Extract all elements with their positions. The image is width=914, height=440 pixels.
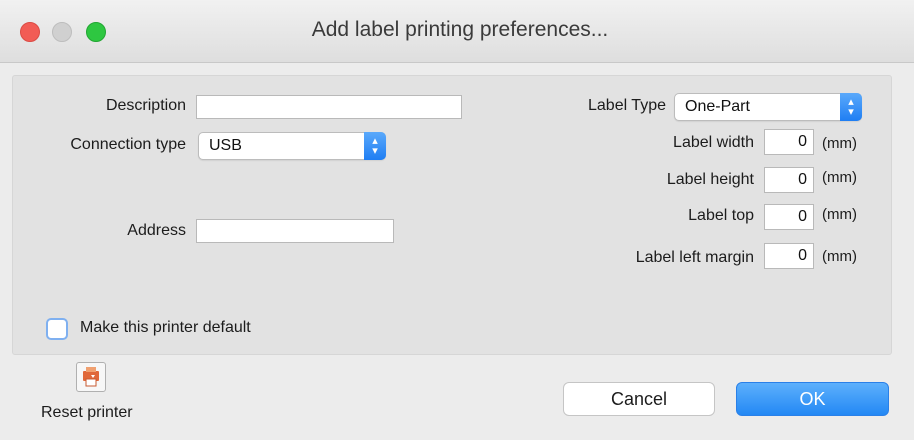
label-left-margin-label: Label left margin [635,249,754,266]
label-type-label: Label Type [588,97,666,114]
connection-type-value: USB [209,137,242,154]
label-top-input[interactable]: 0 [764,204,814,230]
description-label: Description [105,97,186,114]
connection-type-label: Connection type [70,136,186,153]
label-width-label: Label width [673,134,754,151]
label-type-value: One-Part [685,98,750,115]
label-left-margin-unit: (mm) [822,248,857,265]
label-type-select[interactable]: One-Part ▴ ▾ [674,93,862,121]
label-height-unit: (mm) [822,169,857,186]
up-down-chevron-icon: ▴ ▾ [840,93,862,121]
default-printer-checkbox[interactable] [46,318,68,340]
reset-printer-label[interactable]: Reset printer [41,404,133,422]
label-height-input[interactable]: 0 [764,167,814,193]
label-width-input[interactable]: 0 [764,129,814,155]
cancel-button[interactable]: Cancel [563,382,715,416]
connection-type-select[interactable]: USB ▴ ▾ [198,132,386,160]
printer-reset-icon[interactable] [76,362,106,392]
address-label: Address [127,222,186,239]
default-printer-label: Make this printer default [80,319,251,336]
ok-button[interactable]: OK [736,382,889,416]
label-height-label: Label height [666,171,754,188]
window-title: Add label printing preferences... [311,18,609,41]
title-bar: Add label printing preferences... [0,0,914,63]
label-top-unit: (mm) [822,206,857,223]
description-input[interactable] [196,95,462,119]
label-width-unit: (mm) [822,135,857,152]
label-left-margin-input[interactable]: 0 [764,243,814,269]
up-down-chevron-icon: ▴ ▾ [364,132,386,160]
label-top-label: Label top [688,207,754,224]
address-input[interactable] [196,219,394,243]
